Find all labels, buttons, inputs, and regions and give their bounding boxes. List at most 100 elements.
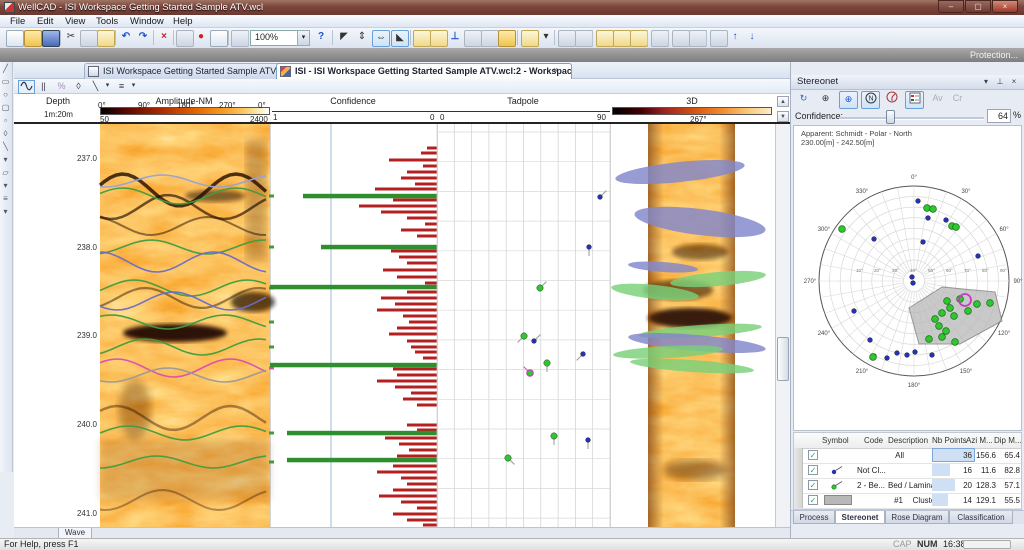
depth-track-title[interactable]: Depth	[46, 96, 70, 106]
tadpole-point[interactable]	[587, 245, 592, 250]
paste-icon[interactable]	[97, 30, 115, 47]
undo-icon[interactable]: ↶	[118, 30, 134, 45]
north-icon[interactable]: N	[861, 91, 880, 109]
tadpole-point[interactable]	[598, 195, 603, 200]
layout-icon[interactable]	[521, 30, 539, 47]
vertical-scrollbar[interactable]	[775, 124, 790, 527]
rounded-rect-tool-icon[interactable]: ▢	[0, 101, 11, 114]
edit-log-icon[interactable]	[413, 30, 431, 47]
confidence-track-title[interactable]: Confidence	[330, 96, 376, 106]
rose-icon[interactable]	[883, 91, 900, 107]
select-arrow-icon[interactable]: ◤	[336, 30, 352, 45]
delete-icon[interactable]: ×	[156, 30, 172, 45]
confidence-track[interactable]	[270, 124, 437, 527]
stereonet-green-point[interactable]	[944, 298, 951, 305]
col-azi[interactable]: Azi M...	[966, 433, 996, 448]
minimize-button[interactable]: –	[938, 0, 964, 13]
pointer-mode-icon[interactable]: ◣	[391, 30, 409, 47]
help-icon[interactable]: ?	[313, 30, 329, 45]
document-tab-2[interactable]: ISI - ISI Workspace Getting Started Samp…	[276, 63, 572, 79]
protection-label[interactable]: Protection...	[970, 50, 1018, 60]
tab-classification[interactable]: Classification	[949, 511, 1013, 524]
line-style-icon[interactable]: ≡	[0, 192, 11, 205]
indent-icon[interactable]	[710, 30, 728, 47]
stereonet-blue-point[interactable]	[910, 275, 915, 280]
move-up-icon[interactable]: ↑	[727, 30, 743, 45]
legend-icon[interactable]	[905, 91, 924, 109]
line-style-dropdown-icon[interactable]: ▾	[0, 205, 11, 218]
scroll-down-icon[interactable]: ▼	[777, 111, 789, 122]
move-down-icon[interactable]: ↓	[744, 30, 760, 45]
menu-tools[interactable]: Tools	[92, 16, 122, 27]
fit-width-icon[interactable]: ⇔	[372, 30, 390, 47]
stereonet-blue-point[interactable]	[926, 216, 931, 221]
parallel-tool-icon[interactable]: ||	[36, 80, 51, 92]
table-row[interactable]: ✓ Not Cl... 16 11.6 82.8	[794, 463, 1021, 479]
table-row[interactable]: ✓ All 36 156.6 65.4	[794, 448, 1021, 464]
stereonet-green-point[interactable]	[939, 310, 946, 317]
stereonet-green-point[interactable]	[951, 313, 958, 320]
close-button[interactable]: ×	[992, 0, 1018, 13]
tadpole-point[interactable]	[544, 360, 550, 366]
menu-edit[interactable]: Edit	[33, 16, 57, 27]
stereonet-blue-point[interactable]	[944, 218, 949, 223]
flag-left-icon[interactable]	[672, 30, 690, 47]
pen-tool-icon[interactable]: ╲	[0, 140, 11, 153]
stereonet-blue-point[interactable]	[916, 199, 921, 204]
scroll-up-icon[interactable]: ▲	[777, 96, 789, 107]
edit-header-icon[interactable]	[430, 30, 448, 47]
new-file-icon[interactable]	[6, 30, 24, 47]
stereonet-green-point[interactable]	[936, 323, 943, 330]
stereonet-green-point[interactable]	[932, 316, 939, 323]
title-bar[interactable]: WellCAD - ISI Workspace Getting Started …	[0, 0, 1024, 15]
redo-icon[interactable]: ↷	[135, 30, 151, 45]
tadpole-point[interactable]	[586, 438, 591, 443]
stereonet-green-point[interactable]	[930, 206, 937, 213]
stereonet-green-point[interactable]	[924, 205, 931, 212]
maximize-button[interactable]: ▢	[965, 0, 991, 13]
col-symbol[interactable]: Symbol	[822, 433, 862, 448]
stereonet-blue-point[interactable]	[913, 350, 918, 355]
tadpole-point[interactable]	[532, 339, 537, 344]
net-grid-icon[interactable]: ⊕	[839, 91, 858, 109]
panel-close-icon[interactable]: ×	[1008, 77, 1020, 88]
stereonet-green-point[interactable]	[870, 354, 877, 361]
stereonet-green-point[interactable]	[839, 226, 846, 233]
tile-horizontal-icon[interactable]	[558, 30, 576, 47]
stereonet-blue-point[interactable]	[885, 356, 890, 361]
row-selector[interactable]	[794, 478, 803, 493]
shape-dropdown-icon[interactable]: ▾	[0, 179, 11, 192]
stereonet-green-point[interactable]	[943, 328, 950, 335]
refresh-icon[interactable]: ↻	[795, 91, 812, 107]
save-icon[interactable]	[42, 30, 60, 47]
row-selector[interactable]	[794, 463, 803, 478]
row-checkbox[interactable]: ✓	[808, 450, 818, 460]
stereonet-blue-point[interactable]	[976, 254, 981, 259]
attach-icon[interactable]	[481, 30, 499, 47]
shape-tool-icon[interactable]: ▱	[0, 166, 11, 179]
line-width-dropdown-icon[interactable]: ▾	[126, 80, 141, 92]
chart-icon[interactable]	[464, 30, 482, 47]
fit-height-icon[interactable]: ⇕	[354, 30, 370, 45]
amplitude-image-track[interactable]	[100, 124, 270, 527]
stereonet-blue-point[interactable]	[868, 338, 873, 343]
print-icon[interactable]	[231, 30, 249, 47]
col-description[interactable]: Description	[888, 433, 938, 448]
panel-pin-icon[interactable]: ⊥	[994, 77, 1006, 88]
zoom-select[interactable]: 100%	[250, 30, 302, 46]
tab-process[interactable]: Process	[793, 511, 835, 524]
row-checkbox[interactable]: ✓	[808, 465, 818, 475]
tab-rose-diagram[interactable]: Rose Diagram	[885, 511, 949, 524]
average-icon[interactable]: Av	[929, 91, 946, 107]
ellipse-tool-icon[interactable]: ○	[0, 88, 11, 101]
tadpole-track[interactable]	[437, 124, 610, 527]
stereonet-green-point[interactable]	[987, 300, 994, 307]
document-tab-1[interactable]: ISI Workspace Getting Started Sample ATV…	[84, 63, 298, 79]
stereonet-blue-point[interactable]	[905, 353, 910, 358]
tadpole-point[interactable]	[581, 352, 586, 357]
anchor-icon[interactable]: ⊥	[447, 30, 463, 45]
tadpole-point[interactable]	[521, 333, 527, 339]
rectangle-tool-icon[interactable]: ▭	[0, 75, 11, 88]
align-right-icon[interactable]	[613, 30, 631, 47]
distribute-icon[interactable]	[651, 30, 669, 47]
